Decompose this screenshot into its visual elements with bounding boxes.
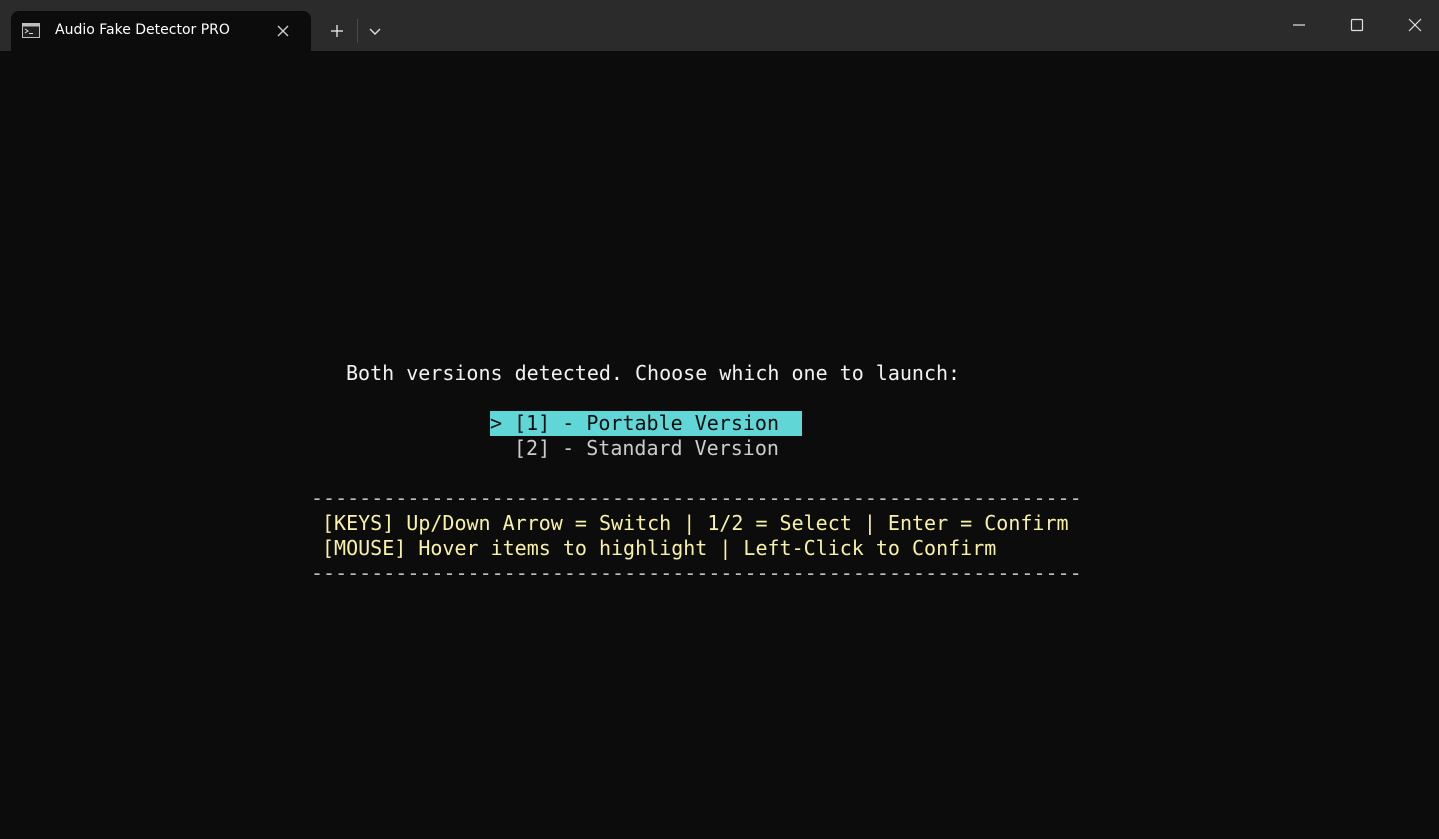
tab-separator <box>357 19 358 43</box>
mouse-help-text: [MOUSE] Hover items to highlight | Left-… <box>322 536 997 560</box>
divider-top: ----------------------------------------… <box>311 486 1082 510</box>
close-tab-icon[interactable] <box>273 21 293 41</box>
minimize-icon <box>1293 24 1305 26</box>
new-tab-plus-icon[interactable] <box>322 16 352 46</box>
keys-help-text: [KEYS] Up/Down Arrow = Switch | 1/2 = Se… <box>322 511 1069 535</box>
terminal-output[interactable]: Both versions detected. Choose which one… <box>0 51 1439 839</box>
close-window-button[interactable] <box>1386 0 1439 51</box>
close-icon <box>1408 18 1422 32</box>
terminal-window: Audio Fake Detector PRO Both versions de… <box>0 0 1439 839</box>
divider-bottom: ----------------------------------------… <box>311 561 1082 585</box>
terminal-icon <box>22 23 40 38</box>
maximize-button[interactable] <box>1328 0 1386 51</box>
tab-audio-fake-detector[interactable]: Audio Fake Detector PRO <box>11 11 311 51</box>
tab-title: Audio Fake Detector PRO <box>55 22 230 38</box>
chevron-down-icon[interactable] <box>362 16 388 46</box>
maximize-icon <box>1350 18 1364 32</box>
option-portable-version[interactable]: > [1] - Portable Version <box>490 411 802 436</box>
title-bar[interactable]: Audio Fake Detector PRO <box>0 0 1439 51</box>
prompt-text: Both versions detected. Choose which one… <box>346 361 961 385</box>
option-standard-version[interactable]: [2] - Standard Version <box>514 436 779 461</box>
minimize-button[interactable] <box>1270 0 1328 51</box>
